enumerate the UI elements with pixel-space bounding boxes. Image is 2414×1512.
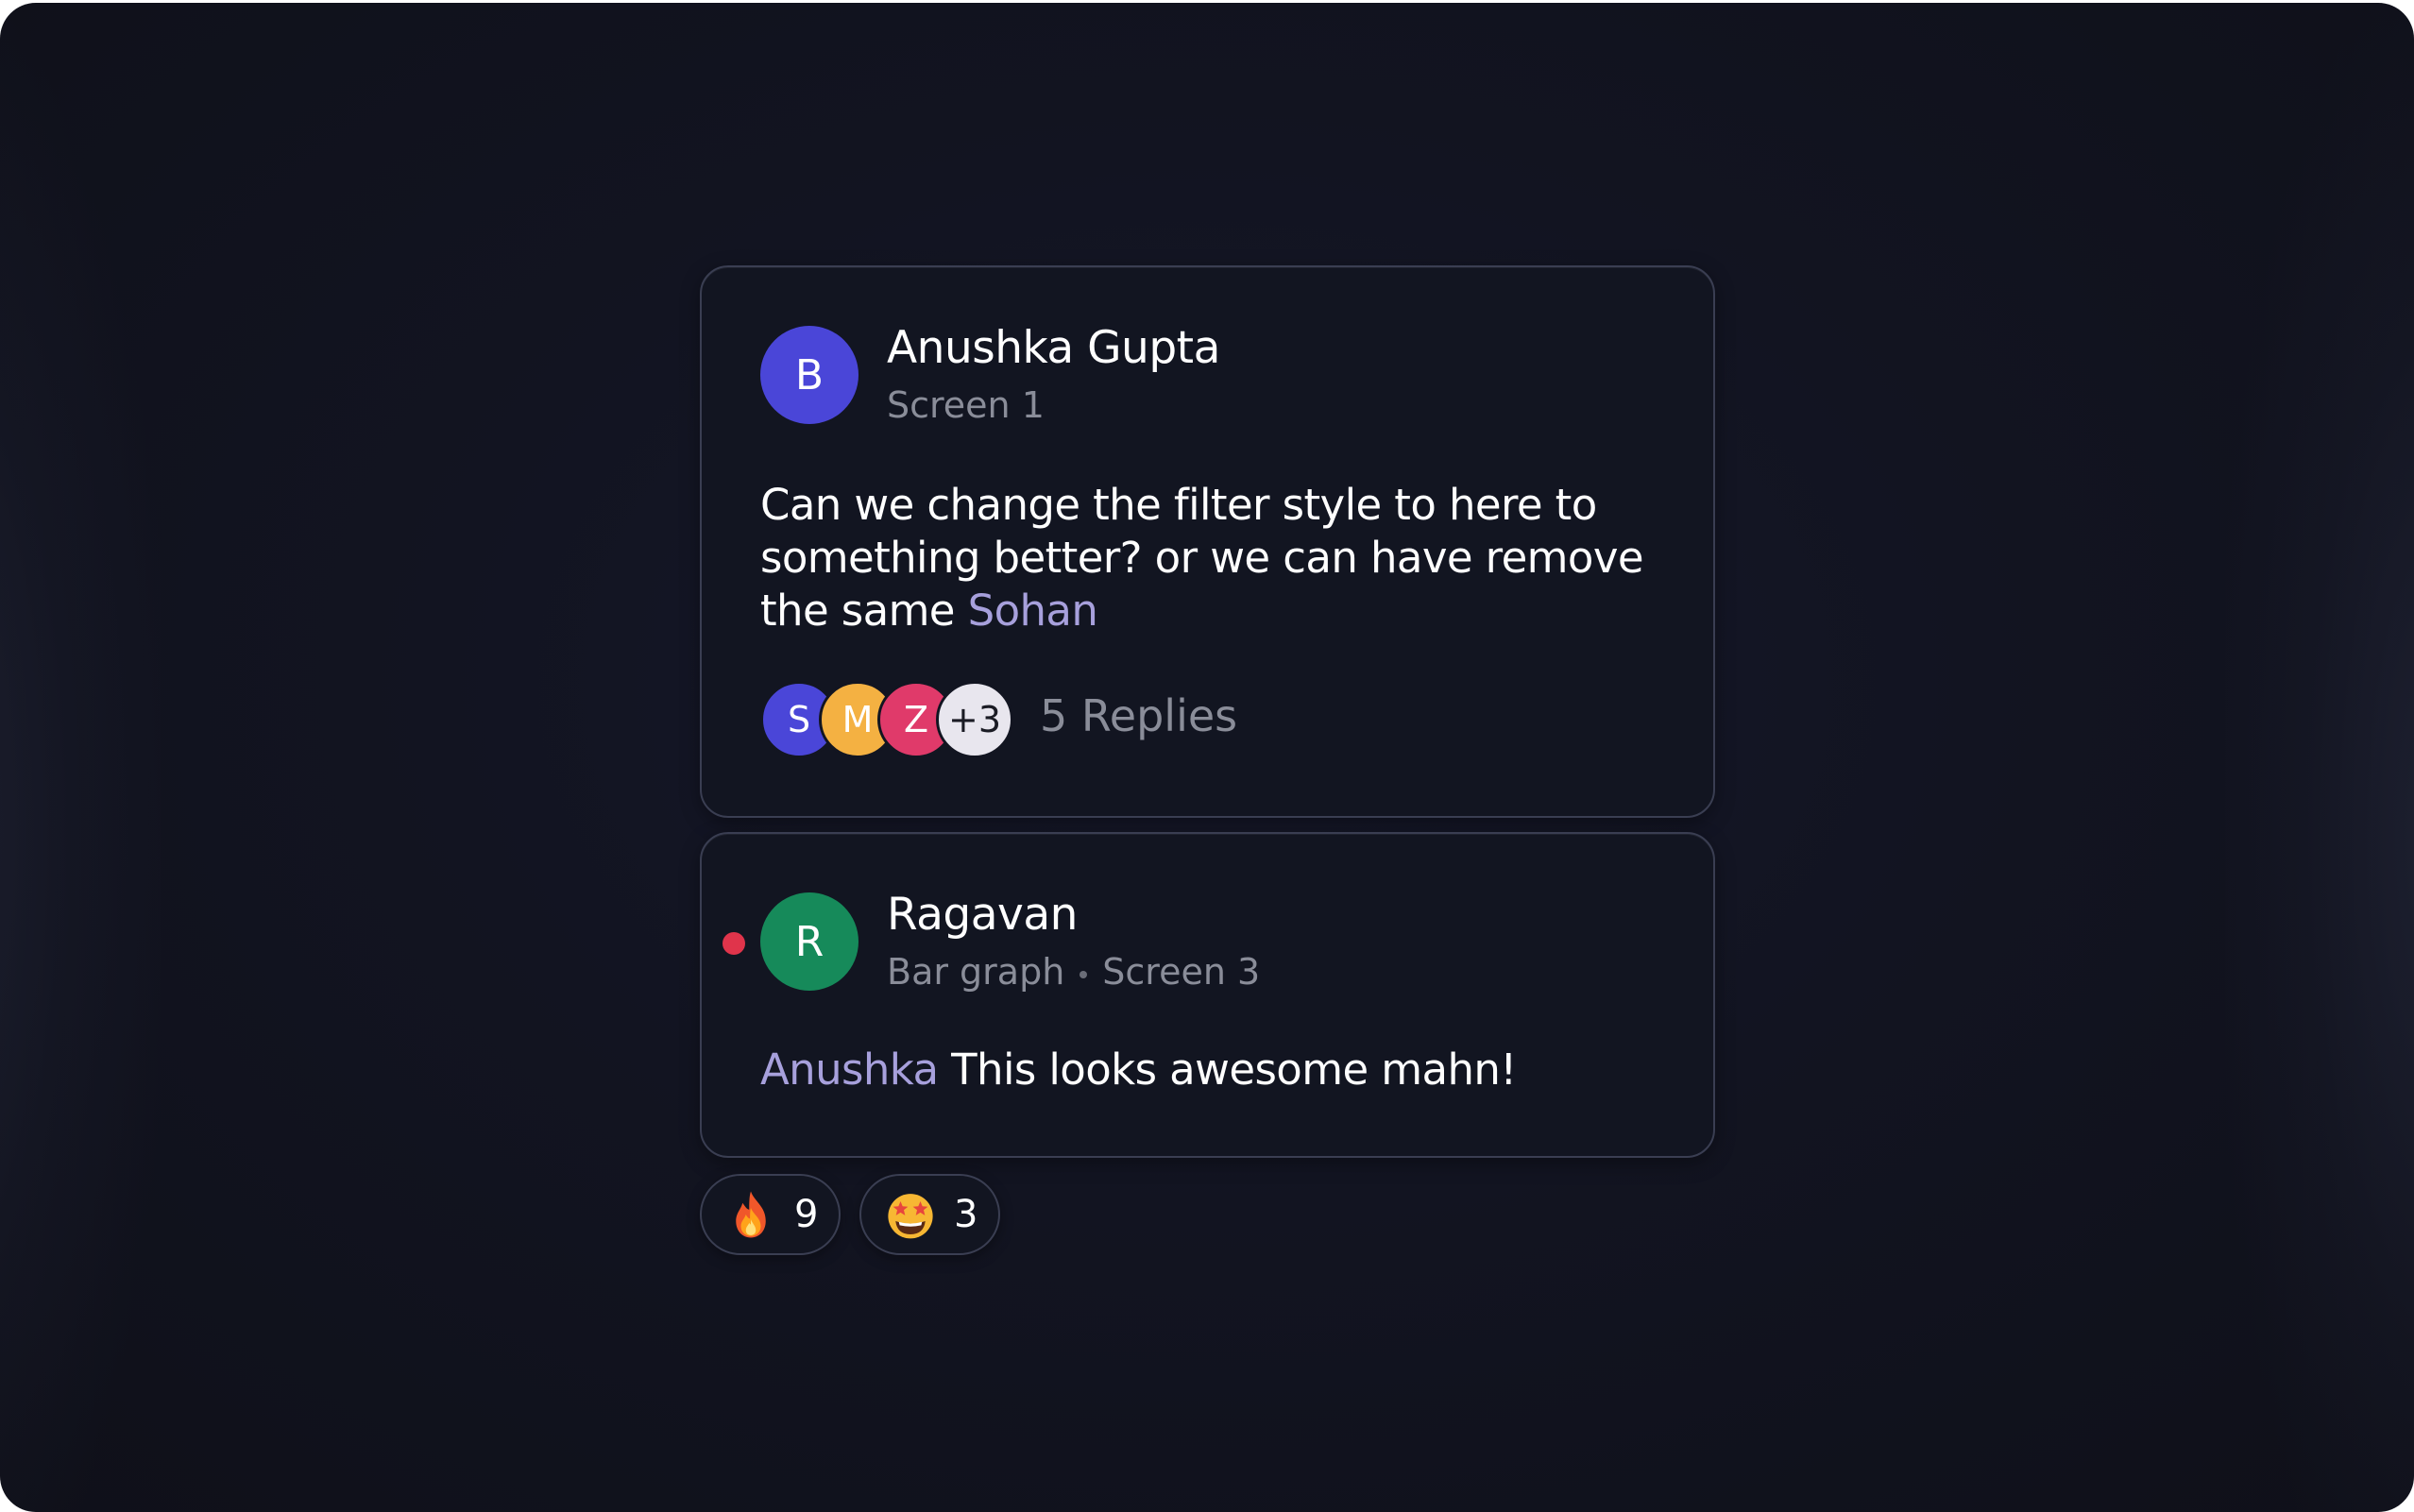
more-repliers-badge: +3 [936,681,1013,758]
replies-link[interactable]: 5 Replies [1040,690,1237,741]
reply-avatar-stack[interactable]: S M Z +3 [760,681,1025,758]
star-struck-icon [888,1194,933,1239]
more-repliers-count: +3 [947,699,1002,740]
reaction-count: 3 [954,1193,978,1236]
comment-location[interactable]: Screen 1 [887,384,1045,426]
reaction-count: 9 [794,1193,819,1236]
comment-location[interactable]: Screen 3 [1102,951,1260,993]
comment-body: Can we change the filter style to here t… [760,479,1667,637]
comment-text: This looks awesome mahn! [938,1045,1517,1095]
reply-avatar-initial: S [787,699,811,740]
reply-avatar-initial: Z [903,699,929,740]
comment-meta: Bar graph Screen 3 [887,951,1260,993]
canvas: B Anushka Gupta Screen 1 Can we change t… [0,3,2414,1512]
comment-line: something better? or we can have remove [760,533,1644,583]
reply-avatar-initial: M [842,699,874,740]
comment-card-ragavan[interactable]: R Ragavan Bar graph Screen 3 Anushka This… [700,832,1715,1158]
mention-link[interactable]: Sohan [968,586,1098,636]
comment-line: the same Sohan [760,585,1667,637]
comment-card-anushka[interactable]: B Anushka Gupta Screen 1 Can we change t… [700,265,1715,818]
fire-icon [736,1191,766,1238]
comment-author[interactable]: Anushka Gupta [887,322,1220,374]
comment-context[interactable]: Bar graph [887,951,1064,993]
separator-dot [1080,970,1088,978]
avatar-initial: R [794,917,824,966]
mention-link[interactable]: Anushka [760,1045,939,1095]
comment-body: Anushka This looks awesome mahn! [760,1044,1667,1096]
comment-line-text: the same [760,586,968,636]
comment-line: Can we change the filter style to here t… [760,480,1597,530]
reaction-star-struck[interactable]: 3 [859,1174,1001,1255]
comment-author[interactable]: Ragavan [887,889,1078,941]
reaction-fire[interactable]: 9 [700,1174,842,1255]
background-wave-right [2225,3,2414,1512]
background-wave-left [0,3,161,1512]
unread-indicator [722,932,745,955]
avatar[interactable]: B [760,326,858,424]
avatar-initial: B [794,350,824,399]
avatar[interactable]: R [760,892,858,991]
